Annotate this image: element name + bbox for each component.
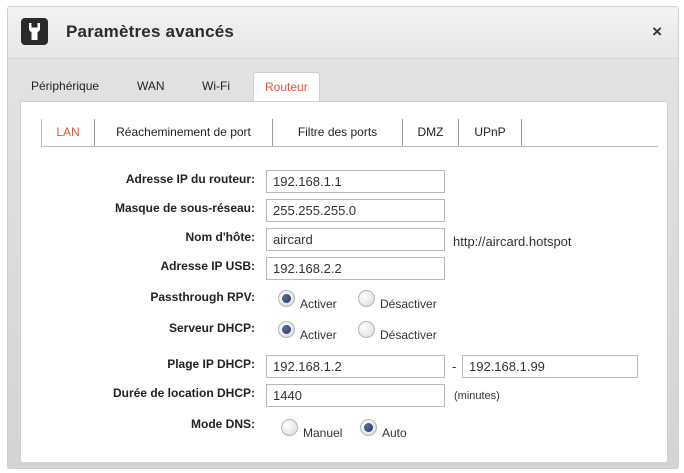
close-icon[interactable]: × xyxy=(652,23,662,40)
dhcp-server-disable-radio[interactable] xyxy=(358,321,375,338)
tab-wifi[interactable]: Wi-Fi xyxy=(191,72,241,102)
usb-ip-label: Adresse IP USB: xyxy=(160,259,255,273)
vpn-passthrough-enable-label: Activer xyxy=(300,297,337,311)
vpn-passthrough-label: Passthrough RPV: xyxy=(150,290,255,304)
wrench-icon xyxy=(21,18,48,45)
hostname-label: Nom d'hôte: xyxy=(185,230,255,244)
vpn-passthrough-row: Passthrough RPV: xyxy=(21,288,255,312)
dhcp-lease-label: Durée de location DHCP: xyxy=(112,386,255,400)
dns-mode-manual-radio[interactable] xyxy=(281,419,298,436)
dns-mode-auto-label: Auto xyxy=(382,426,407,440)
hostname-row: Nom d'hôte: xyxy=(21,228,255,252)
dns-mode-auto-radio[interactable] xyxy=(360,419,377,436)
title-bar: Paramètres avancés × xyxy=(8,7,678,59)
router-ip-label: Adresse IP du routeur: xyxy=(125,172,255,186)
router-sub-tabs: LAN Réacheminement de port Filtre des po… xyxy=(41,119,658,147)
dialog-title: Paramètres avancés xyxy=(66,22,235,41)
dns-mode-label: Mode DNS: xyxy=(191,417,255,431)
dns-mode-manual-label: Manuel xyxy=(303,426,343,440)
dhcp-lease-input[interactable] xyxy=(266,384,445,407)
dhcp-server-enable-radio[interactable] xyxy=(278,321,295,338)
subnet-mask-row: Masque de sous-réseau: xyxy=(21,199,255,223)
dhcp-server-row: Serveur DHCP: xyxy=(21,319,255,343)
subnet-mask-input[interactable] xyxy=(266,199,445,222)
dhcp-range-separator: - xyxy=(452,359,457,374)
tab-peripherique[interactable]: Périphérique xyxy=(20,72,110,102)
dhcp-server-label: Serveur DHCP: xyxy=(168,321,255,335)
vpn-passthrough-enable-radio[interactable] xyxy=(278,290,295,307)
dns-mode-row: Mode DNS: xyxy=(21,415,255,439)
dhcp-range-label: Plage IP DHCP: xyxy=(167,357,255,371)
subtab-lan[interactable]: LAN xyxy=(41,119,95,146)
dhcp-lease-unit: (minutes) xyxy=(454,390,500,402)
usb-ip-row: Adresse IP USB: xyxy=(21,257,255,281)
dhcp-range-end-input[interactable] xyxy=(462,355,638,378)
advanced-settings-dialog: Paramètres avancés × Périphérique WAN Wi… xyxy=(7,6,679,469)
tab-wan[interactable]: WAN xyxy=(126,72,176,102)
subnet-mask-label: Masque de sous-réseau: xyxy=(114,201,255,215)
subtab-dmz[interactable]: DMZ xyxy=(403,119,459,146)
dhcp-lease-row: Durée de location DHCP: xyxy=(21,384,255,408)
usb-ip-input[interactable] xyxy=(266,257,445,280)
router-ip-row: Adresse IP du routeur: xyxy=(21,170,255,194)
subtab-port-filter[interactable]: Filtre des ports xyxy=(273,119,403,146)
subtab-upnp[interactable]: UPnP xyxy=(459,119,522,146)
dhcp-range-row: Plage IP DHCP: xyxy=(21,355,255,379)
router-ip-input[interactable] xyxy=(266,170,445,193)
tab-routeur[interactable]: Routeur xyxy=(253,72,320,102)
dhcp-server-disable-label: Désactiver xyxy=(380,328,437,342)
vpn-passthrough-disable-label: Désactiver xyxy=(380,297,437,311)
router-panel: LAN Réacheminement de port Filtre des po… xyxy=(20,101,668,463)
dhcp-range-start-input[interactable] xyxy=(266,355,445,378)
hostname-url-hint: http://aircard.hotspot xyxy=(453,234,572,249)
vpn-passthrough-disable-radio[interactable] xyxy=(358,290,375,307)
subtab-port-forwarding[interactable]: Réacheminement de port xyxy=(95,119,273,146)
dhcp-server-enable-label: Activer xyxy=(300,328,337,342)
hostname-input[interactable] xyxy=(266,228,445,251)
